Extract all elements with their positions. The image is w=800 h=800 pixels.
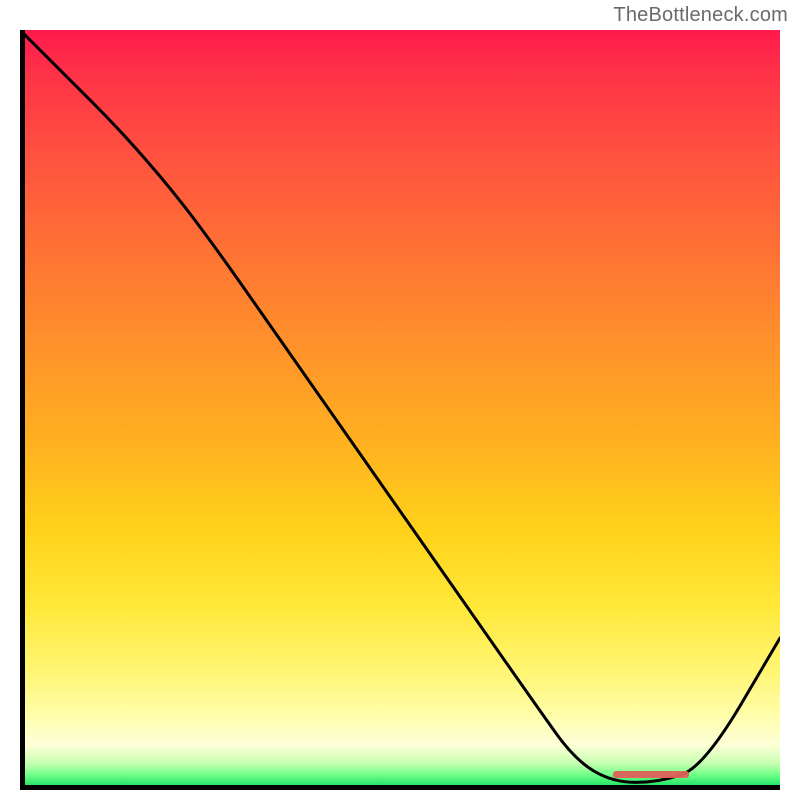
x-axis [20, 785, 780, 790]
y-axis [20, 30, 25, 790]
trough-marker [613, 771, 689, 778]
chart-plot-area [20, 30, 780, 790]
watermark-text: TheBottleneck.com [613, 4, 788, 27]
line-curve [20, 30, 780, 790]
